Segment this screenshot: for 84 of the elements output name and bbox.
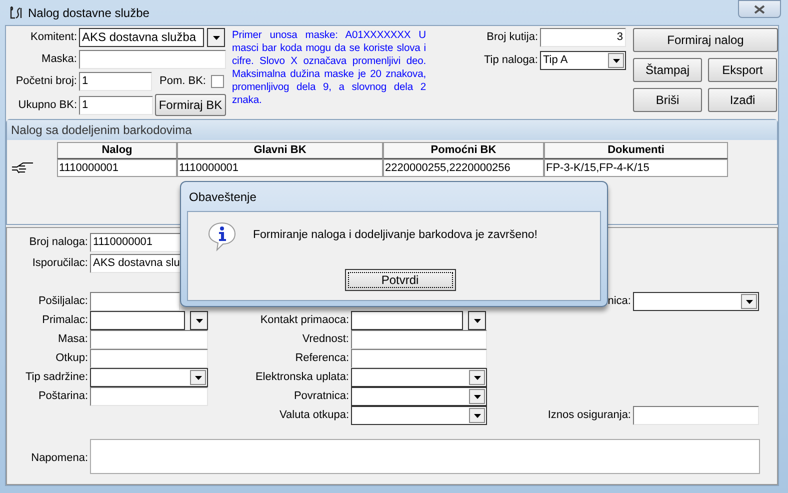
field-label: Pom. BK: bbox=[158, 74, 207, 90]
dropdown-button[interactable] bbox=[190, 311, 208, 330]
text-field[interactable]: 1 bbox=[79, 72, 152, 91]
field-label: Valuta otkupa: bbox=[278, 408, 350, 424]
field-label: Poštarina: bbox=[37, 389, 89, 404]
dropdown-arrow-icon bbox=[194, 376, 202, 380]
dropdown-button[interactable] bbox=[468, 311, 486, 330]
panel-title: Nalog sa dodeljenim barkodovima bbox=[11, 122, 192, 139]
field-label: Napomena: bbox=[30, 451, 89, 466]
combo-field[interactable] bbox=[90, 311, 185, 330]
checkbox[interactable] bbox=[211, 75, 224, 88]
text-field[interactable] bbox=[351, 330, 487, 349]
dropdown[interactable]: Tip A bbox=[540, 51, 626, 70]
field-label: Elektronska uplata: bbox=[254, 370, 350, 386]
text-field[interactable]: 3 bbox=[540, 28, 626, 47]
field-label: Ukupno BK: bbox=[17, 98, 78, 113]
confirm-button[interactable]: Potvrdi bbox=[344, 269, 456, 291]
dropdown-arrow-icon bbox=[474, 414, 480, 418]
field-label: Iznos osiguranja: bbox=[546, 408, 632, 424]
field-label: Povratnica: bbox=[292, 389, 350, 404]
table-cell: 1110000001 bbox=[177, 159, 383, 177]
field-label: Masa: bbox=[57, 332, 89, 348]
dropdown[interactable] bbox=[351, 368, 487, 387]
field-label: Komitent: bbox=[30, 30, 78, 46]
text-field[interactable] bbox=[90, 292, 180, 311]
dropdown-arrow-icon bbox=[474, 376, 480, 380]
close-icon bbox=[754, 4, 765, 14]
field-label: Isporučilac: bbox=[31, 256, 89, 272]
text-field[interactable] bbox=[90, 349, 208, 368]
action-button[interactable]: Štampaj bbox=[633, 58, 702, 82]
action-button[interactable]: Formiraj BK bbox=[155, 94, 226, 116]
field-label: Tip naloga: bbox=[482, 53, 539, 68]
action-button[interactable]: Izađi bbox=[708, 88, 777, 112]
text-field[interactable] bbox=[90, 387, 208, 406]
mask-hint: Primer unosa maske: A01XXXXXXX U masci bar koda mogu da se koriste slova i cifre. Slovo X označava promenljivi deo. Maksimalna dužina maske je 20 znakova, promenljivog dela 9, a slovnog dela 2 znaka. bbox=[232, 29, 426, 108]
table-cell: FP-3-K/15,FP-4-K/15 bbox=[544, 159, 728, 177]
pointing-hand-icon bbox=[11, 162, 35, 174]
field-label: nica: bbox=[606, 294, 632, 310]
text-field[interactable]: 1110000001 bbox=[90, 233, 182, 252]
dropdown[interactable] bbox=[351, 406, 487, 425]
field-label: Kontakt primaoca: bbox=[259, 313, 350, 328]
field-label: Referenca: bbox=[294, 351, 350, 366]
field-label: Broj kutija: bbox=[486, 30, 539, 46]
dropdown-arrow-icon bbox=[474, 394, 480, 398]
field-label: Broj naloga: bbox=[28, 235, 89, 250]
text-field[interactable] bbox=[79, 50, 226, 69]
dropdown[interactable] bbox=[633, 292, 759, 311]
dropdown-button[interactable] bbox=[207, 28, 225, 47]
field-label: Primalac: bbox=[41, 313, 89, 328]
combo-field[interactable]: AKS dostavna služba bbox=[79, 28, 204, 47]
dropdown-arrow-icon bbox=[474, 318, 480, 322]
dropdown-arrow-icon bbox=[196, 318, 202, 322]
field-label: Maska: bbox=[40, 52, 78, 68]
combo-field[interactable] bbox=[351, 311, 463, 330]
column-header[interactable]: Dokumenti bbox=[544, 142, 728, 159]
text-field[interactable] bbox=[351, 349, 487, 368]
dropdown[interactable] bbox=[90, 368, 208, 387]
table-cell: 1110000001 bbox=[57, 159, 177, 177]
field-label: Vrednost: bbox=[301, 332, 350, 348]
column-header[interactable]: Glavni BK bbox=[177, 142, 383, 159]
column-header[interactable]: Pomoćni BK bbox=[383, 142, 544, 159]
text-field[interactable]: 1 bbox=[79, 96, 153, 114]
field-label: Početni broj: bbox=[14, 74, 78, 90]
dropdown-arrow-icon bbox=[612, 58, 620, 62]
field-label: Otkup: bbox=[54, 351, 89, 366]
dropdown-arrow-icon bbox=[746, 300, 752, 304]
column-header[interactable]: Nalog bbox=[57, 142, 177, 159]
dropdown[interactable] bbox=[351, 387, 487, 406]
table-cell: 2220000255,2220000256 bbox=[383, 159, 544, 177]
action-button[interactable]: Formiraj nalog bbox=[633, 28, 778, 52]
text-field[interactable]: AKS dostavna slu bbox=[90, 254, 181, 273]
field-label: Pošiljalac: bbox=[37, 294, 89, 310]
text-field[interactable] bbox=[633, 406, 759, 425]
close-button[interactable] bbox=[738, 0, 781, 18]
window-title: Nalog dostavne službe bbox=[28, 4, 150, 22]
text-field[interactable] bbox=[90, 330, 208, 349]
action-button[interactable]: Briši bbox=[633, 88, 702, 112]
info-icon bbox=[206, 220, 238, 252]
action-button[interactable]: Eksport bbox=[708, 58, 777, 82]
notes-field[interactable] bbox=[90, 439, 760, 474]
dropdown-arrow-icon bbox=[212, 36, 220, 40]
dialog-message: Formiranje naloga i dodeljivanje barkodova je završeno! bbox=[253, 228, 538, 244]
dialog-title: Obaveštenje bbox=[189, 188, 256, 206]
field-label: Tip sadržine: bbox=[24, 370, 89, 386]
